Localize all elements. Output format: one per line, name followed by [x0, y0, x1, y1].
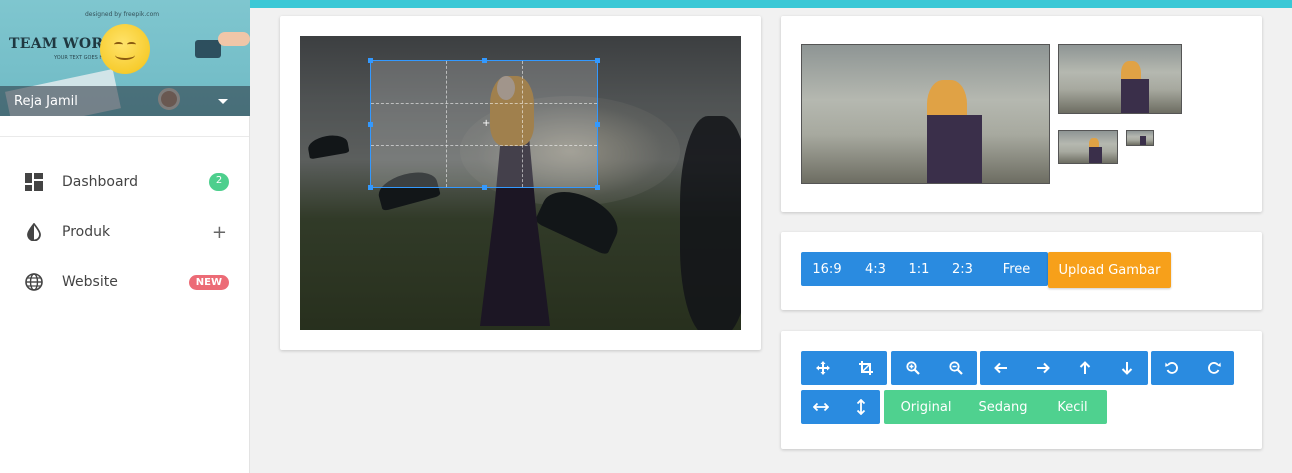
size-original-button[interactable]: Original: [884, 390, 968, 424]
rotate-tools-group: [1151, 351, 1234, 385]
preview-subject: [1121, 79, 1149, 113]
avatar-left-eye: [114, 42, 123, 47]
user-dropdown[interactable]: Reja Jamil: [0, 86, 250, 116]
sidebar-item-label: Dashboard: [62, 174, 138, 190]
sidebar-menu: Dashboard 2 Produk + Website NEW: [0, 136, 249, 307]
arrow-left-icon[interactable]: [980, 351, 1022, 385]
crop-center-icon: +: [482, 118, 491, 129]
preview-card: [781, 16, 1262, 212]
preview-subject: [927, 115, 982, 183]
crop-handle-ne[interactable]: [595, 58, 600, 63]
crop-handle-se[interactable]: [595, 185, 600, 190]
crop-handle-e[interactable]: [595, 122, 600, 127]
globe-icon: [24, 272, 44, 292]
preview-large: [801, 44, 1050, 184]
move-icon[interactable]: [801, 351, 844, 385]
preview-small: [1058, 130, 1118, 164]
crop-handle-nw[interactable]: [368, 58, 373, 63]
crop-grid-line: [371, 102, 597, 104]
sidebar-item-label: Produk: [62, 224, 111, 240]
arrow-right-icon[interactable]: [1022, 351, 1064, 385]
zoom-tools-group: [891, 351, 977, 385]
crop-selection-box[interactable]: +: [368, 58, 600, 190]
sidebar-item-produk[interactable]: Produk +: [0, 207, 249, 257]
flip-horizontal-icon[interactable]: [801, 390, 841, 424]
mode-tools-group: [801, 351, 887, 385]
crop-handle-s[interactable]: [482, 185, 487, 190]
arrow-up-icon[interactable]: [1064, 351, 1106, 385]
aspect-ratio-group: 16:9 4:3 1:1 2:3 Free: [801, 252, 1048, 286]
crop-grid-line: [446, 61, 448, 187]
avatar-right-eye: [127, 42, 136, 47]
rotate-right-icon[interactable]: [1193, 351, 1234, 385]
flip-vertical-icon[interactable]: [841, 390, 880, 424]
cropper-card: +: [280, 16, 761, 350]
caret-down-icon: [218, 98, 228, 104]
preview-medium: [1058, 44, 1182, 114]
preview-tiny: [1126, 130, 1154, 146]
banner-hand: [218, 32, 250, 46]
preview-subject: [1140, 136, 1146, 145]
zoom-out-icon[interactable]: [934, 351, 977, 385]
avatar-mouth: [115, 50, 135, 60]
banner-credit: designed by freepik.com: [85, 11, 160, 18]
sidebar-item-website[interactable]: Website NEW: [0, 257, 249, 307]
contrast-icon: [24, 222, 44, 242]
ratio-4-3-button[interactable]: 4:3: [853, 252, 898, 286]
move-tools-group: [980, 351, 1148, 385]
ratio-2-3-button[interactable]: 2:3: [940, 252, 985, 286]
crop-grid-line: [521, 61, 523, 187]
crop-canvas[interactable]: +: [300, 36, 741, 330]
crop-handle-n[interactable]: [482, 58, 487, 63]
sidebar-item-label: Website: [62, 274, 118, 290]
banner-notepad: [195, 40, 221, 58]
size-kecil-button[interactable]: Kecil: [1038, 390, 1107, 424]
preview-subject: [1089, 147, 1102, 163]
ratio-1-1-button[interactable]: 1:1: [898, 252, 940, 286]
crop-icon[interactable]: [844, 351, 887, 385]
crop-handle-w[interactable]: [368, 122, 373, 127]
upload-image-button[interactable]: Upload Gambar: [1048, 252, 1171, 288]
tools-card: Original Sedang Kecil: [781, 331, 1262, 449]
aspect-ratio-card: 16:9 4:3 1:1 2:3 Free Upload Gambar: [781, 232, 1262, 310]
new-badge: NEW: [188, 274, 229, 290]
sidebar-item-dashboard[interactable]: Dashboard 2: [0, 157, 249, 207]
profile-banner: designed by freepik.com TEAM WORK YOUR T…: [0, 0, 250, 116]
crop-grid-line: [371, 144, 597, 146]
arrow-down-icon[interactable]: [1106, 351, 1148, 385]
size-sedang-button[interactable]: Sedang: [968, 390, 1038, 424]
notification-badge: 2: [209, 173, 229, 191]
ratio-16-9-button[interactable]: 16:9: [801, 252, 853, 286]
expand-plus-icon[interactable]: +: [212, 222, 227, 243]
avatar[interactable]: [100, 24, 150, 74]
user-name: Reja Jamil: [14, 93, 78, 109]
ratio-free-button[interactable]: Free: [985, 252, 1048, 286]
output-size-group: Original Sedang Kecil: [884, 390, 1107, 424]
rotate-left-icon[interactable]: [1151, 351, 1193, 385]
crop-handle-sw[interactable]: [368, 185, 373, 190]
dashboard-icon: [24, 172, 44, 192]
zoom-in-icon[interactable]: [891, 351, 934, 385]
flip-tools-group: [801, 390, 880, 424]
sidebar: designed by freepik.com TEAM WORK YOUR T…: [0, 0, 250, 473]
